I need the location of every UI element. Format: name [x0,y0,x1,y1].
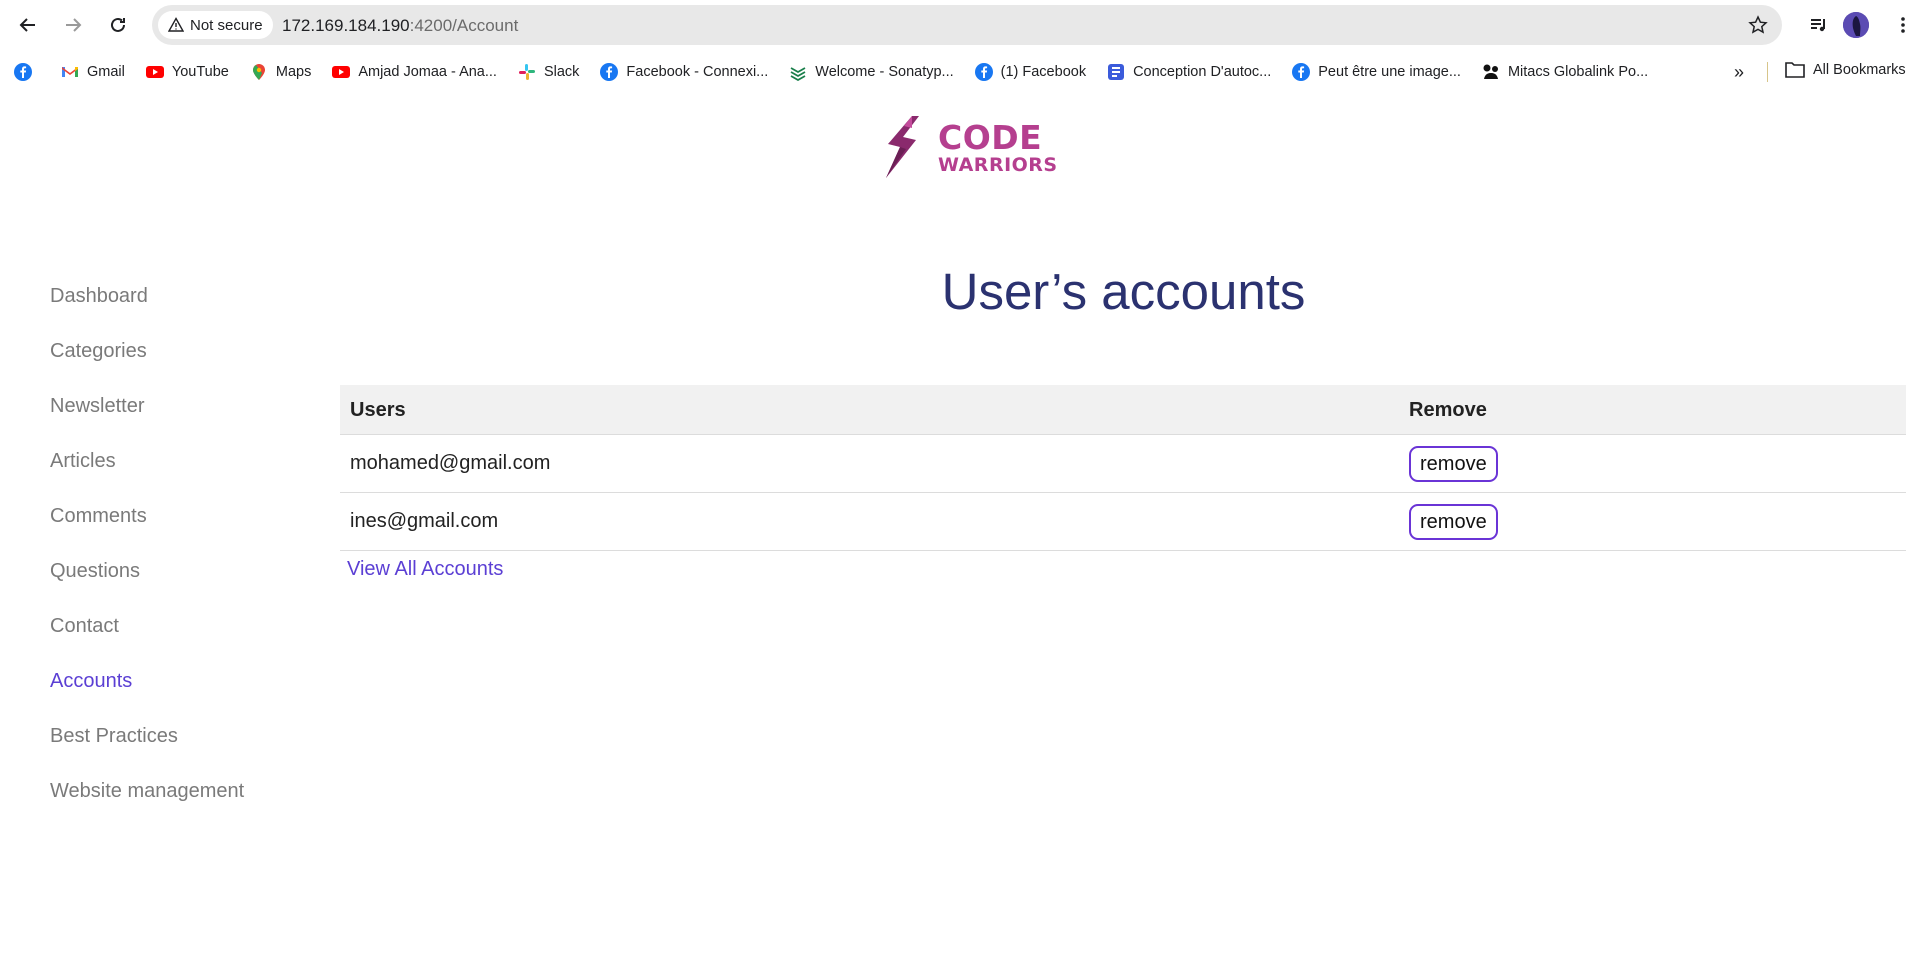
url-host: 172.169.184.190 [282,16,410,35]
logo-text-line1: CODE [938,118,1043,157]
sidebar-item-dashboard[interactable]: Dashboard [50,285,148,308]
bookmark-item[interactable]: Welcome - Sonatyp... [789,63,954,81]
sidebar-item-newsletter[interactable]: Newsletter [50,395,144,418]
kebab-menu-icon [1901,17,1905,33]
table-row: ines@gmail.com remove [340,493,1906,551]
table-header: Users Remove [340,385,1906,435]
back-arrow-icon [19,18,35,32]
gmail-icon [61,63,79,81]
bookmark-label: (1) Facebook [1000,64,1087,80]
security-chip-label: Not secure [190,16,263,34]
table-row: mohamed@gmail.com remove [340,435,1906,493]
bookmark-item[interactable]: Maps [250,63,311,81]
bookmark-label: Facebook - Connexi... [626,64,769,80]
browser-menu-button[interactable] [1890,12,1916,38]
forms-icon [1107,63,1125,81]
page-title: User’s accounts [941,263,1306,320]
facebook-icon [14,63,32,81]
avatar [1843,12,1869,38]
bookmark-label: Conception D'autoc... [1133,64,1272,80]
folder-icon [1785,62,1805,78]
bookmark-label: Gmail [87,64,125,80]
maps-icon [250,63,268,81]
mitacs-icon [1482,63,1500,81]
bookmark-label: Peut être une image... [1318,64,1461,80]
browser-toolbar: Not secure 172.169.184.190:4200/Account [0,0,1917,50]
bookmark-item[interactable]: Facebook - Connexi... [600,63,768,81]
bookmark-star-icon[interactable] [1748,15,1768,35]
more-bookmarks-button[interactable]: » [1727,60,1751,84]
facebook-icon [974,63,993,81]
sidebar-item-categories[interactable]: Categories [50,340,147,363]
security-chip[interactable]: Not secure [158,11,273,39]
sonatype-icon [789,63,807,81]
address-bar[interactable]: Not secure 172.169.184.190:4200/Account [152,5,1782,45]
user-email: mohamed@gmail.com [350,452,551,474]
sidebar-item-contact[interactable]: Contact [50,615,119,638]
bookmark-item[interactable]: Mitacs Globalink Po... [1482,63,1648,81]
bookmark-item[interactable]: Amjad Jomaa - Ana... [332,63,497,81]
column-header-remove: Remove [1409,399,1487,421]
bookmark-label: Mitacs Globalink Po... [1507,64,1649,80]
reload-icon [111,17,125,32]
code-warriors-logo[interactable]: CODE WARRIORS [876,114,1058,180]
youtube-icon [332,63,351,81]
sidebar-item-comments[interactable]: Comments [50,505,147,528]
bookmarks-bar: Gmail YouTube Maps Amjad Jomaa - Ana... … [0,56,1917,88]
facebook-icon [1292,63,1311,81]
bookmark-label: YouTube [171,64,229,80]
bookmark-item[interactable]: Conception D'autoc... [1107,63,1271,81]
view-all-accounts-link[interactable]: View All Accounts [347,558,503,581]
column-header-users: Users [350,399,406,421]
all-bookmarks-label: All Bookmarks [1813,62,1906,78]
sidebar-item-best-practices[interactable]: Best Practices [50,725,178,748]
profile-avatar-icon [1843,12,1869,38]
user-email: ines@gmail.com [350,510,499,532]
logo-mark-icon [886,116,919,178]
accounts-table: Users Remove mohamed@gmail.com remove in… [340,385,1906,551]
logo-text-line2: WARRIORS [938,154,1058,176]
remove-button[interactable]: remove [1409,446,1498,482]
bookmark-item[interactable]: Slack [518,63,579,81]
bookmarks-separator [1767,62,1768,82]
reload-button[interactable] [103,10,133,40]
slack-icon [518,63,536,81]
sidebar-item-accounts[interactable]: Accounts [50,670,132,693]
bookmark-label: Amjad Jomaa - Ana... [358,64,497,80]
bookmark-item[interactable]: Gmail [61,63,125,81]
back-button[interactable] [13,10,43,40]
playlist-icon [1811,19,1825,32]
facebook-icon [600,63,619,81]
warning-icon [168,17,184,32]
sidebar-item-website-management[interactable]: Website management [50,780,244,803]
bookmark-item[interactable] [14,63,40,81]
bookmark-item[interactable]: YouTube [145,63,229,81]
media-control-button[interactable] [1806,12,1832,38]
bookmark-label: Maps [275,64,312,80]
bookmark-item[interactable]: Peut être une image... [1292,63,1461,81]
forward-arrow-icon [66,18,82,32]
url-path: :4200/Account [409,16,519,35]
profile-button[interactable] [1843,12,1869,38]
bookmark-label: Slack [543,64,580,80]
forward-button[interactable] [58,10,88,40]
sidebar-item-articles[interactable]: Articles [50,450,116,473]
sidebar-item-questions[interactable]: Questions [50,560,140,583]
bookmark-label: Welcome - Sonatyp... [815,64,954,80]
remove-button[interactable]: remove [1409,504,1498,540]
url-text[interactable]: 172.169.184.190:4200/Account [282,16,518,36]
all-bookmarks-button[interactable]: All Bookmarks [1785,61,1906,79]
bookmark-item[interactable]: (1) Facebook [974,63,1087,81]
youtube-icon [145,63,164,81]
